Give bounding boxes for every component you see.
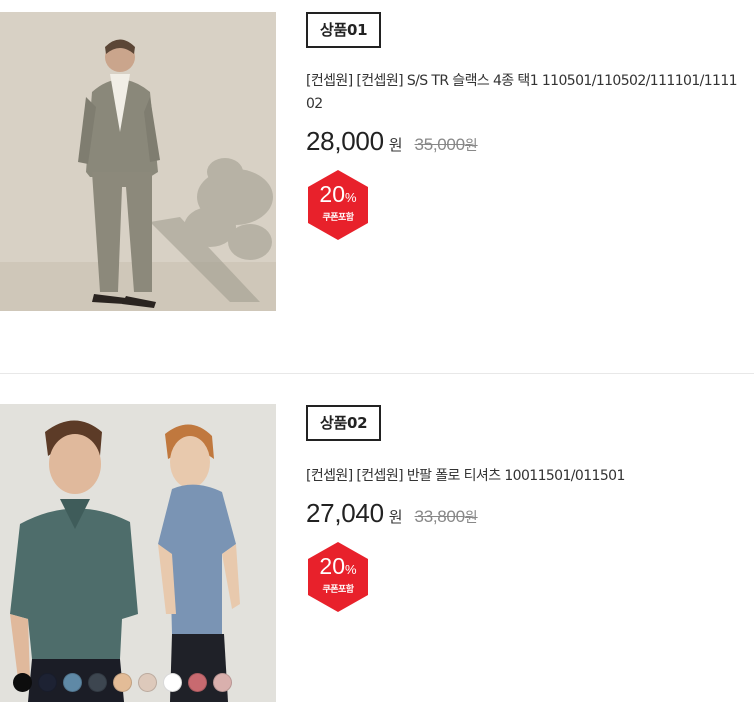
- product-title[interactable]: [컨셉원] [컨셉원] S/S TR 슬랙스 4종 택1 110501/1105…: [306, 70, 744, 116]
- original-price: 33,800: [414, 507, 466, 526]
- product-photo-polo: [0, 404, 276, 702]
- product-tag: 상품01: [306, 12, 382, 48]
- original-price: 35,000: [414, 135, 466, 154]
- color-swatch[interactable]: [188, 673, 207, 692]
- discount-badge: 20% 쿠폰포함: [306, 170, 370, 240]
- original-currency-unit: 원: [464, 510, 478, 526]
- discount-percent: 20%: [306, 182, 370, 210]
- coupon-label: 쿠폰포함: [322, 585, 354, 595]
- discount-value: 20: [319, 553, 346, 579]
- color-swatch[interactable]: [13, 673, 32, 692]
- currency-unit: 원: [388, 508, 403, 526]
- color-swatch[interactable]: [88, 673, 107, 692]
- discount-unit: %: [345, 562, 357, 577]
- color-swatch[interactable]: [113, 673, 132, 692]
- color-swatch[interactable]: [163, 673, 182, 692]
- original-currency-unit: 원: [464, 138, 478, 154]
- coupon-label: 쿠폰포함: [322, 213, 354, 223]
- product-info: 상품01 [컨셉원] [컨셉원] S/S TR 슬랙스 4종 택1 110501…: [306, 12, 744, 240]
- product-image[interactable]: [0, 12, 276, 311]
- price-row: 27,040 원 33,800 원: [306, 498, 744, 529]
- color-swatches: [13, 673, 232, 692]
- discount-percent: 20%: [306, 554, 370, 582]
- currency-unit: 원: [388, 136, 403, 154]
- sale-price: 27,040: [306, 498, 384, 528]
- product-title[interactable]: [컨셉원] [컨셉원] 반팔 폴로 티셔츠 10011501/011501: [306, 465, 744, 488]
- discount-badge: 20% 쿠폰포함: [306, 542, 370, 612]
- discount-value: 20: [319, 181, 346, 207]
- sale-price: 28,000: [306, 126, 384, 156]
- color-swatch[interactable]: [38, 673, 57, 692]
- product-tag: 상품02: [306, 405, 382, 441]
- product-photo-slacks: [0, 12, 276, 311]
- product-card: 상품02 [컨셉원] [컨셉원] 반팔 폴로 티셔츠 10011501/0115…: [0, 374, 754, 702]
- product-card: 상품01 [컨셉원] [컨셉원] S/S TR 슬랙스 4종 택1 110501…: [0, 0, 754, 330]
- discount-unit: %: [345, 190, 357, 205]
- color-swatch[interactable]: [138, 673, 157, 692]
- color-swatch[interactable]: [63, 673, 82, 692]
- color-swatch[interactable]: [213, 673, 232, 692]
- product-info: 상품02 [컨셉원] [컨셉원] 반팔 폴로 티셔츠 10011501/0115…: [306, 405, 744, 612]
- price-row: 28,000 원 35,000 원: [306, 126, 744, 157]
- product-image[interactable]: [0, 404, 276, 702]
